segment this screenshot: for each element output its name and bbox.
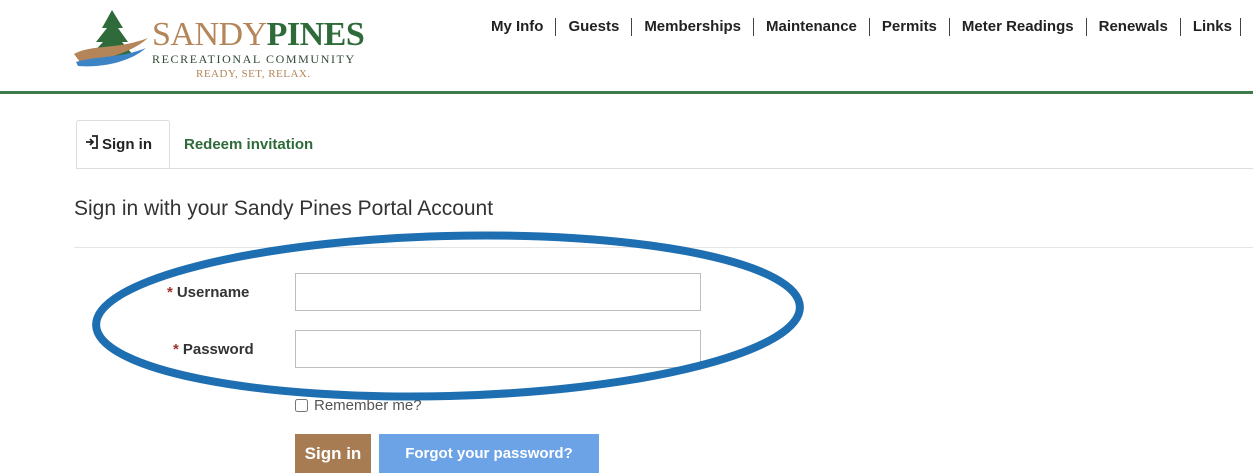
- password-input[interactable]: [295, 330, 701, 368]
- nav-my-info[interactable]: My Info: [479, 18, 557, 36]
- password-label: * Password: [173, 341, 254, 358]
- logo-subtitle: RECREATIONAL COMMUNITY: [152, 52, 356, 66]
- remember-me[interactable]: Remember me?: [295, 397, 422, 414]
- logo-title: SANDYPINES: [152, 16, 365, 53]
- sign-in-button[interactable]: Sign in: [295, 434, 371, 473]
- password-label-text: Password: [182, 341, 254, 358]
- nav-memberships[interactable]: Memberships: [632, 18, 755, 36]
- divider: [74, 247, 1253, 248]
- remember-me-label: Remember me?: [314, 397, 422, 414]
- logo-tagline: READY, SET, RELAX.: [196, 68, 311, 80]
- nav-meter-readings[interactable]: Meter Readings: [950, 18, 1087, 36]
- page-title: Sign in with your Sandy Pines Portal Acc…: [74, 197, 494, 220]
- logo-sandy-text: SANDY: [152, 16, 267, 53]
- remember-me-checkbox[interactable]: [295, 399, 308, 412]
- nav-renewals[interactable]: Renewals: [1087, 18, 1181, 36]
- auth-tabs: Sign in Redeem invitation: [76, 120, 1253, 169]
- required-marker: *: [173, 341, 179, 358]
- top-navigation: My Info Guests Memberships Maintenance P…: [479, 18, 1241, 36]
- tab-redeem-invitation[interactable]: Redeem invitation: [184, 120, 313, 168]
- tab-sign-in[interactable]: Sign in: [76, 120, 170, 168]
- nav-guests[interactable]: Guests: [556, 18, 633, 36]
- sign-in-icon: [85, 135, 99, 153]
- username-input[interactable]: [295, 273, 701, 311]
- username-label: * Username: [167, 284, 249, 301]
- username-label-text: Username: [176, 284, 250, 301]
- tab-sign-in-label: Sign in: [102, 135, 152, 153]
- site-header: SANDYPINES RECREATIONAL COMMUNITY READY,…: [0, 0, 1253, 94]
- required-marker: *: [167, 284, 173, 301]
- pine-tree-logo-icon: [74, 10, 148, 67]
- sandy-pines-logo[interactable]: SANDYPINES RECREATIONAL COMMUNITY READY,…: [72, 8, 365, 90]
- nav-maintenance[interactable]: Maintenance: [754, 18, 870, 36]
- forgot-password-button[interactable]: Forgot your password?: [379, 434, 599, 473]
- nav-links[interactable]: Links: [1181, 18, 1241, 36]
- logo-pines-text: PINES: [266, 16, 365, 53]
- nav-permits[interactable]: Permits: [870, 18, 950, 36]
